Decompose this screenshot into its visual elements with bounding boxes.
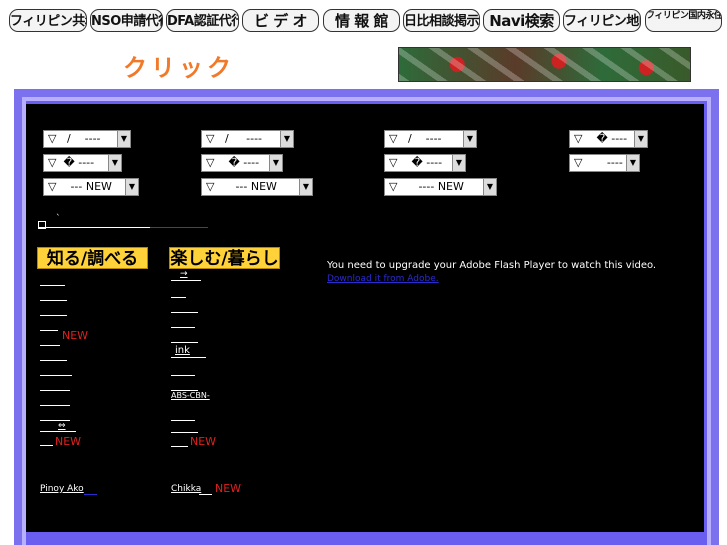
new-badge: NEW <box>62 329 89 342</box>
nav-philippines-button[interactable]: フィリピン共和国 <box>9 9 87 32</box>
chevron-down-icon: ▼ <box>452 155 465 171</box>
chevron-down-icon: ▼ <box>125 179 138 195</box>
chevron-down-icon: ▼ <box>117 131 130 147</box>
left-link-7[interactable] <box>40 364 72 376</box>
new-badge: NEW <box>215 482 242 495</box>
select-2[interactable]: ▽ / ---- ▼ <box>201 130 294 148</box>
select-7[interactable]: ▽ � ---- ▼ <box>384 154 466 172</box>
divider-link-red <box>150 227 208 228</box>
nav-info-button[interactable]: 情 報 館 <box>323 9 400 32</box>
right-link-5[interactable] <box>171 331 198 343</box>
new-badge: NEW <box>190 435 217 448</box>
left-link-12[interactable] <box>40 434 53 446</box>
nav-bbs-button[interactable]: 日比相談掲示板 <box>403 9 480 32</box>
new-badge: NEW <box>55 435 82 448</box>
left-link-1[interactable] <box>40 274 65 286</box>
right-link-1[interactable] <box>171 269 201 281</box>
select-3[interactable]: ▽ / ---- ▼ <box>384 130 477 148</box>
right-link-chikka[interactable]: Chikka <box>171 484 201 494</box>
select-11[interactable]: ▽ ---- NEW ▼ <box>384 178 497 196</box>
right-link-10[interactable] <box>171 421 198 433</box>
left-link-8[interactable] <box>40 379 70 391</box>
nav-search-button[interactable]: Navi検索 <box>483 9 560 32</box>
left-link-6[interactable] <box>40 349 67 361</box>
right-link-3[interactable] <box>171 301 198 313</box>
flash-message: You need to upgrade your Adobe Flash Pla… <box>327 260 657 271</box>
chevron-down-icon: ▼ <box>299 179 312 195</box>
right-link-11[interactable] <box>171 435 188 447</box>
left-link-4[interactable] <box>40 319 58 331</box>
flash-download-link[interactable]: Download it from Adobe. <box>327 274 439 284</box>
left-link-pinoy-extra[interactable] <box>84 483 97 495</box>
nav-dfa-button[interactable]: DFA認証代行 <box>166 9 239 32</box>
left-link-11[interactable] <box>40 420 76 432</box>
chevron-down-icon: ▼ <box>483 179 496 195</box>
chevron-down-icon: ▼ <box>634 131 647 147</box>
section-learn-button[interactable]: 知る/調べる <box>37 247 148 269</box>
nav-visa-button[interactable]: フィリピン国内永住ビザ代行 <box>645 9 722 32</box>
top-navigation: フィリピン共和国 NSO申請代行 DFA認証代行 ビ デ オ 情 報 館 日比相… <box>0 0 727 44</box>
select-5[interactable]: ▽ � ---- ▼ <box>43 154 122 172</box>
right-link-4[interactable] <box>171 316 195 328</box>
left-link-9[interactable] <box>40 394 70 406</box>
chevron-down-icon: ▼ <box>626 155 639 171</box>
section-enjoy-button[interactable]: 楽しむ/暮らし <box>169 247 280 269</box>
right-link-abs[interactable]: ABS-CBN- <box>171 391 210 400</box>
banner-image[interactable] <box>398 47 691 82</box>
select-8[interactable]: ▽ ---- ▼ <box>569 154 640 172</box>
chevron-down-icon: ▼ <box>269 155 282 171</box>
click-logo[interactable]: クリック <box>123 48 235 83</box>
dot-text: ` <box>56 214 61 224</box>
right-link-chikka-extra[interactable] <box>199 483 212 495</box>
left-link-2[interactable] <box>40 289 67 301</box>
chevron-down-icon: ▼ <box>463 131 476 147</box>
right-link-7[interactable] <box>171 364 195 376</box>
select-6[interactable]: ▽ � ---- ▼ <box>201 154 283 172</box>
nav-nso-button[interactable]: NSO申請代行 <box>90 9 163 32</box>
select-10[interactable]: ▽ --- NEW ▼ <box>201 178 313 196</box>
select-1[interactable]: ▽ / ---- ▼ <box>43 130 131 148</box>
right-link-2[interactable] <box>171 286 186 298</box>
left-link-5[interactable] <box>40 334 60 346</box>
nav-map-button[interactable]: フィリピン地図 <box>563 9 641 32</box>
right-link-9[interactable] <box>171 409 195 421</box>
right-link-6[interactable] <box>171 346 206 358</box>
left-link-3[interactable] <box>40 304 67 316</box>
nav-video-button[interactable]: ビ デ オ <box>242 9 319 32</box>
left-link-pinoy[interactable]: Pinoy Ako <box>40 484 84 494</box>
select-4[interactable]: ▽ � ---- ▼ <box>569 130 648 148</box>
select-9[interactable]: ▽ --- NEW ▼ <box>43 178 139 196</box>
chevron-down-icon: ▼ <box>280 131 293 147</box>
chevron-down-icon: ▼ <box>108 155 121 171</box>
right-link-8[interactable] <box>171 379 198 391</box>
